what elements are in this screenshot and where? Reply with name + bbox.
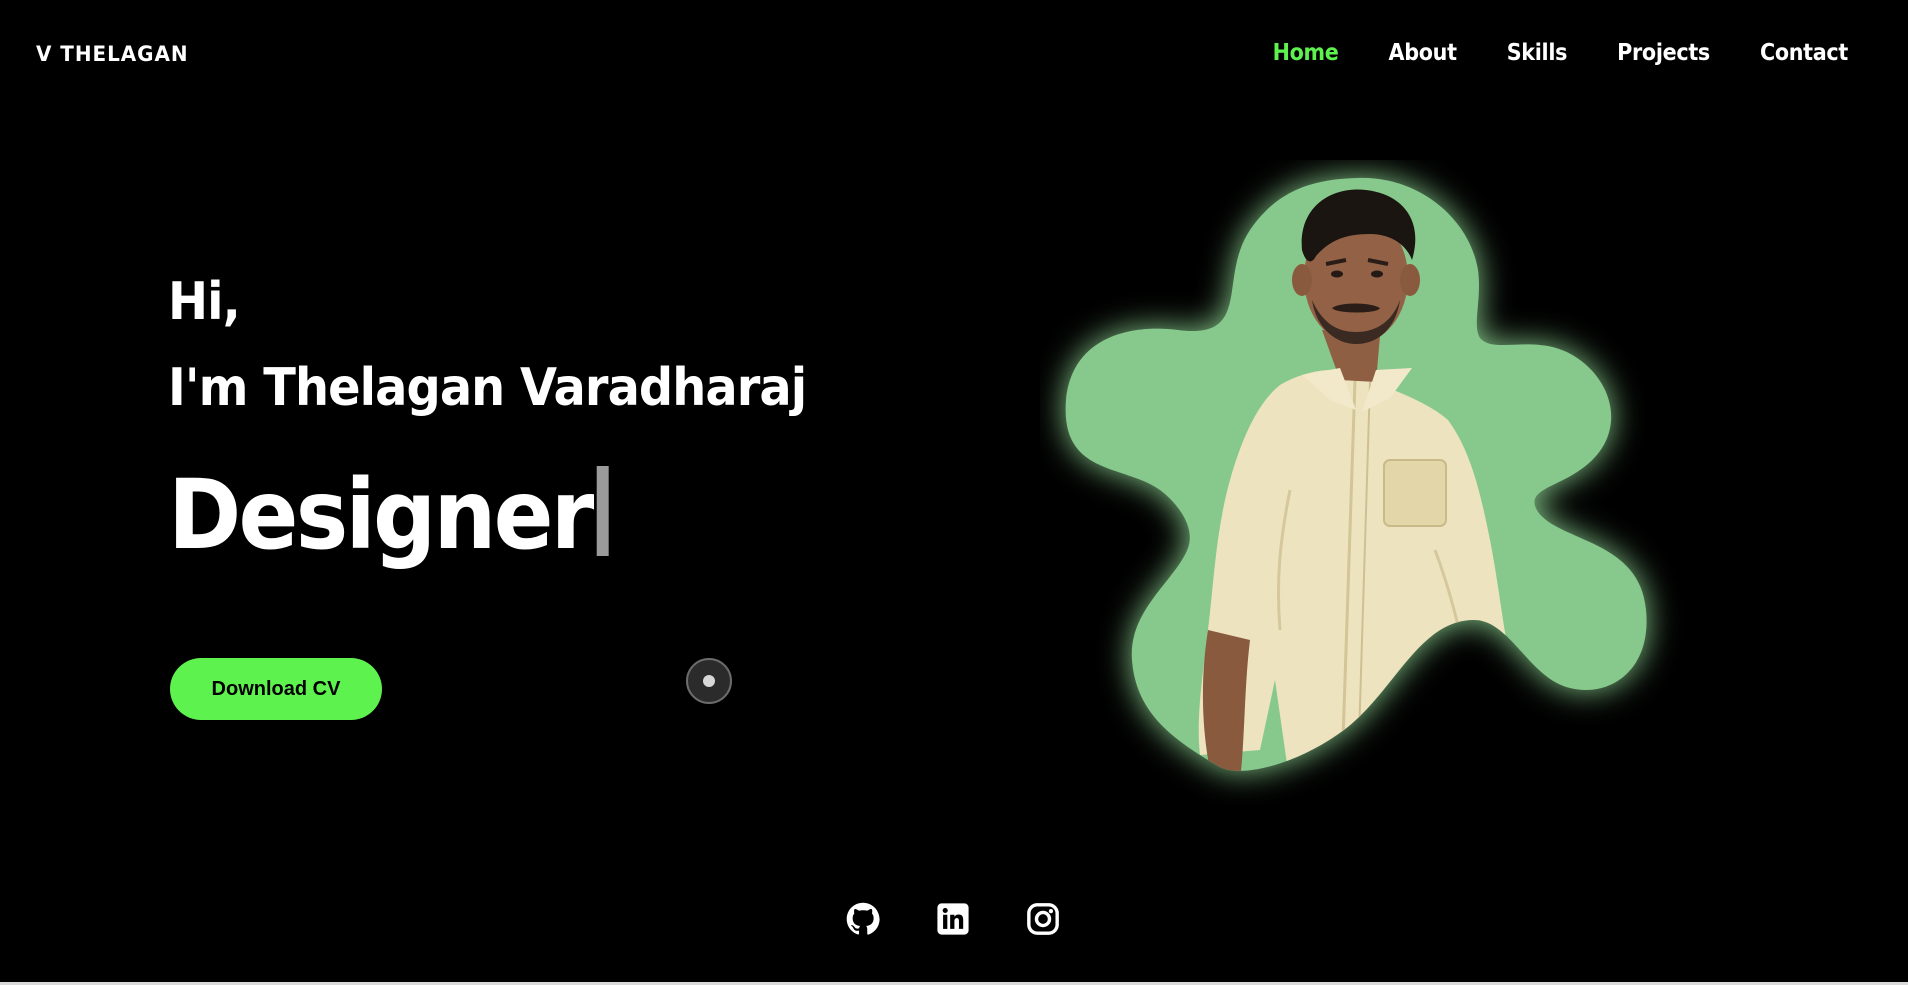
portrait-blob-image bbox=[1065, 177, 1647, 771]
portfolio-page: V THELAGAN Home About Skills Projects Co… bbox=[0, 0, 1908, 985]
scroll-indicator[interactable] bbox=[686, 658, 732, 704]
github-icon[interactable] bbox=[846, 902, 880, 936]
main-nav: Home About Skills Projects Contact bbox=[1223, 40, 1849, 66]
hero-intro: I'm Thelagan Varadharaj bbox=[168, 358, 807, 418]
site-logo[interactable]: V THELAGAN bbox=[36, 42, 188, 66]
profile-portrait bbox=[1040, 160, 1690, 810]
nav-projects-link[interactable]: Projects bbox=[1617, 40, 1710, 66]
social-links bbox=[846, 902, 1116, 936]
hero-greeting: Hi, bbox=[168, 272, 241, 332]
nav-contact-link[interactable]: Contact bbox=[1760, 40, 1848, 66]
nav-skills-link[interactable]: Skills bbox=[1507, 40, 1568, 66]
nav-home-link[interactable]: Home bbox=[1273, 40, 1339, 66]
hero-role-typewriter: Designer bbox=[168, 459, 610, 571]
download-cv-button[interactable]: Download CV bbox=[170, 658, 382, 720]
linkedin-icon[interactable] bbox=[936, 902, 970, 936]
hero-role-text: Designer bbox=[168, 459, 594, 571]
typing-caret bbox=[597, 466, 610, 556]
nav-about-link[interactable]: About bbox=[1389, 40, 1457, 66]
instagram-icon[interactable] bbox=[1026, 902, 1060, 936]
